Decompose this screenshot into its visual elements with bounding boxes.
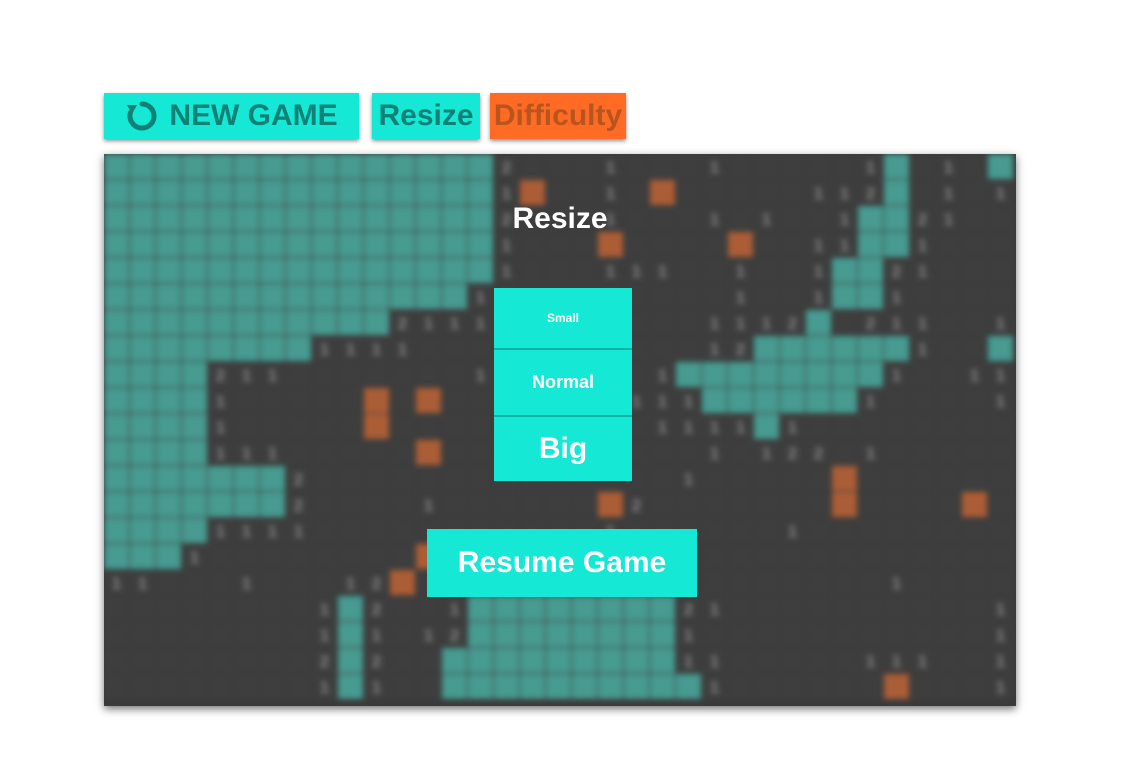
new-game-label: NEW GAME — [169, 99, 338, 132]
resume-game-button[interactable]: Resume Game — [427, 529, 697, 597]
size-big-button[interactable]: Big — [494, 417, 632, 481]
resize-button[interactable]: Resize — [372, 93, 480, 139]
size-small-button[interactable]: Small — [494, 288, 632, 348]
refresh-icon — [125, 99, 159, 133]
game-board: 2111111112112111121111111111121111112111… — [104, 154, 1016, 706]
size-normal-button[interactable]: Normal — [494, 350, 632, 415]
dialog-title: Resize — [512, 202, 608, 235]
difficulty-button[interactable]: Difficulty — [490, 93, 626, 139]
new-game-button[interactable]: NEW GAME — [104, 93, 359, 139]
